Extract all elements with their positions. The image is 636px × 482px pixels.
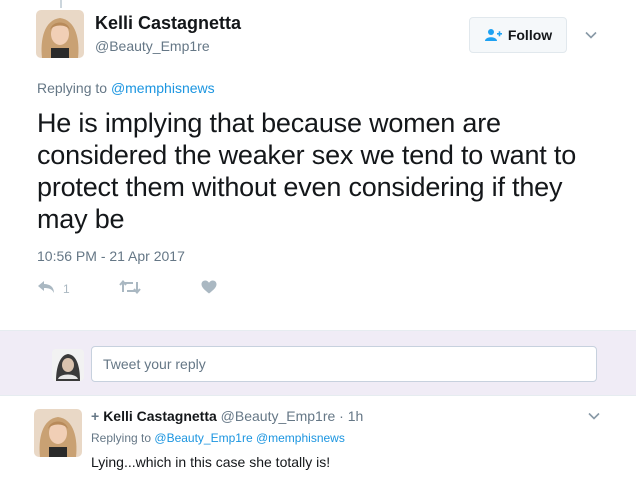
reply-author-name[interactable]: Kelli Castagnetta (103, 408, 217, 424)
reply-button[interactable]: 1 (37, 280, 70, 297)
current-user-avatar (52, 349, 84, 381)
reply-header: + Kelli Castagnetta @Beauty_Emp1re · 1h (91, 408, 363, 424)
follow-label: Follow (507, 27, 553, 43)
retweet-icon (119, 279, 141, 297)
author-name[interactable]: Kelli Castagnetta (95, 13, 241, 34)
reply-composer (0, 330, 636, 396)
reply-icon (37, 280, 55, 297)
reply-input[interactable] (91, 346, 597, 382)
follow-button[interactable]: Follow (469, 17, 567, 53)
like-button[interactable] (201, 280, 217, 297)
avatar[interactable] (36, 10, 84, 58)
reply-author-meta[interactable]: @Beauty_Emp1re · 1h (221, 408, 364, 424)
chevron-down-icon[interactable] (587, 409, 601, 423)
reply-replying-to: Replying to @Beauty_Emp1re @memphisnews (91, 431, 345, 445)
tweet-timestamp[interactable]: 10:56 PM - 21 Apr 2017 (37, 248, 185, 264)
author-handle[interactable]: @Beauty_Emp1re (95, 38, 210, 54)
person-add-icon (484, 28, 502, 42)
replying-to: Replying to @memphisnews (37, 80, 215, 96)
follow-plus-icon[interactable]: + (91, 408, 99, 424)
reply-text: Lying...which in this case she totally i… (91, 454, 331, 470)
avatar[interactable] (34, 409, 82, 457)
tweet-text: He is implying that because women are co… (37, 108, 577, 234)
reply-count: 1 (63, 281, 70, 296)
reply-replying-handles[interactable]: @Beauty_Emp1re @memphisnews (154, 431, 344, 445)
replying-handle-link[interactable]: @memphisnews (111, 80, 215, 96)
reply-replying-prefix: Replying to (91, 431, 152, 445)
reply-tweet: + Kelli Castagnetta @Beauty_Emp1re · 1h R… (0, 397, 636, 482)
heart-icon (201, 280, 217, 297)
retweet-button[interactable] (119, 279, 141, 297)
main-tweet: Kelli Castagnetta @Beauty_Emp1re Follow … (0, 0, 636, 330)
replying-prefix: Replying to (37, 80, 108, 96)
chevron-down-icon[interactable] (584, 28, 598, 42)
